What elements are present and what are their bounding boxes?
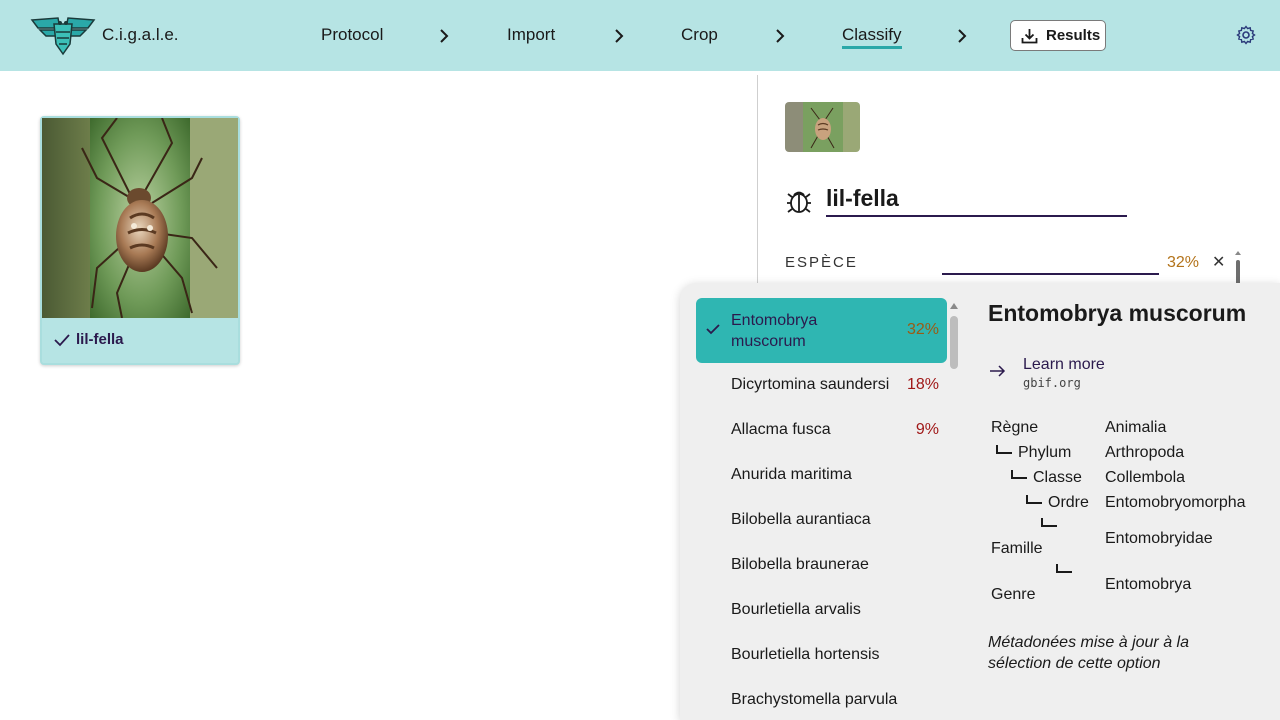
tree-connector	[996, 445, 1012, 454]
species-option[interactable]: Entomobrya muscorum 32%	[696, 298, 947, 363]
taxon-rank-value: Collembola	[1105, 469, 1186, 486]
gear-icon[interactable]	[1236, 25, 1256, 45]
species-option[interactable]: Anurida maritima	[696, 466, 947, 488]
species-detail-title: Entomobrya muscorum	[988, 300, 1247, 326]
espece-input[interactable]	[942, 252, 1159, 275]
species-option[interactable]: Bourletiella arvalis	[696, 601, 947, 623]
cigale-logo-icon	[30, 17, 96, 56]
taxon-rank-value: Entomobrya	[1105, 576, 1192, 593]
species-option-pct: 32%	[906, 321, 939, 338]
nav-step-classify[interactable]: Classify	[842, 25, 902, 49]
taxon-rank-label: Genre	[991, 586, 1036, 603]
top-navigation-bar: C.i.g.a.l.e. Protocol Import Crop Classi…	[0, 0, 1280, 71]
taxon-rank-value: Entomobryomorpha	[1105, 494, 1246, 511]
spider-thumbnail-image	[785, 102, 860, 152]
species-option-pct: 9%	[915, 421, 939, 438]
taxon-rank-label: Famille	[991, 540, 1043, 557]
species-option-name: Bourletiella hortensis	[731, 646, 880, 663]
species-option-name: Anurida maritima	[731, 466, 852, 483]
species-option-name: Dicyrtomina saundersi	[731, 376, 890, 393]
taxon-rank-label: Classe	[1033, 469, 1082, 486]
species-option-name: Bourletiella arvalis	[731, 601, 861, 618]
chevron-right-icon	[958, 29, 967, 43]
espece-confidence: 32%	[1167, 254, 1200, 271]
observation-photo	[42, 118, 238, 318]
chevron-right-icon	[440, 29, 449, 43]
nav-step-protocol[interactable]: Protocol	[321, 25, 383, 45]
observation-card-label: lil-fella	[54, 331, 124, 348]
chevron-right-icon	[776, 29, 785, 43]
tree-connector	[1041, 518, 1057, 527]
app-brand-name: C.i.g.a.l.e.	[102, 25, 179, 44]
tree-connector	[1056, 564, 1072, 573]
species-option-name: Allacma fusca	[731, 421, 831, 438]
species-option[interactable]: Dicyrtomina saundersi 18%	[696, 376, 947, 398]
taxon-rank-label: Phylum	[1018, 444, 1072, 461]
bug-icon	[787, 191, 811, 213]
species-option-name: Bilobella braunerae	[731, 556, 869, 573]
species-option-name: Brachystomella parvula	[731, 691, 898, 708]
clear-espece-button[interactable]: ✕	[1212, 252, 1225, 272]
species-option-name-line1: Entomobrya	[731, 312, 818, 329]
taxon-rank-value: Arthropoda	[1105, 444, 1185, 461]
nav-step-import[interactable]: Import	[507, 25, 555, 45]
species-option[interactable]: Allacma fusca 9%	[696, 421, 947, 443]
results-button-label: Results	[1046, 27, 1101, 44]
taxon-rank-label: Règne	[991, 419, 1039, 436]
observation-card-title: lil-fella	[76, 331, 124, 348]
chevron-right-icon	[615, 29, 624, 43]
species-option-pct: 18%	[906, 376, 939, 393]
results-button[interactable]: Results	[1010, 20, 1106, 51]
species-option[interactable]: Bilobella braunerae	[696, 556, 947, 578]
tree-connector	[1011, 470, 1027, 479]
species-dropdown: Entomobrya muscorum 32% Dicyrtomina saun…	[680, 283, 1280, 720]
observation-thumbnail[interactable]	[785, 102, 860, 152]
observation-name-field[interactable]: lil-fella	[826, 185, 1127, 217]
spider-photo-image	[42, 118, 238, 318]
observation-card[interactable]: lil-fella	[40, 116, 240, 365]
species-option-name-line2: muscorum	[731, 333, 806, 350]
taxon-rank-value: Animalia	[1105, 419, 1167, 436]
scroll-up-arrow-icon[interactable]	[949, 302, 959, 310]
learn-more-url: gbif.org	[1023, 376, 1081, 390]
espece-label: ESPÈCE	[785, 254, 858, 271]
download-icon	[1021, 28, 1038, 43]
species-option[interactable]: Bilobella aurantiaca	[696, 511, 947, 533]
tree-connector	[1026, 495, 1042, 504]
check-icon	[54, 333, 70, 346]
taxon-rank-value: Entomobryidae	[1105, 530, 1213, 547]
arrow-right-icon	[990, 365, 1006, 377]
check-icon	[706, 322, 720, 340]
taxon-rank-label: Ordre	[1048, 494, 1089, 511]
species-option[interactable]: Bourletiella hortensis	[696, 646, 947, 668]
metadata-note: Métadonées mise à jour à la sélection de…	[988, 634, 1189, 672]
learn-more-link[interactable]: Learn more	[1023, 356, 1105, 374]
nav-step-crop[interactable]: Crop	[681, 25, 718, 45]
dropdown-scrollbar-thumb[interactable]	[950, 316, 958, 369]
species-option[interactable]: Brachystomella parvula	[696, 691, 947, 713]
species-option-name: Bilobella aurantiaca	[731, 511, 871, 528]
